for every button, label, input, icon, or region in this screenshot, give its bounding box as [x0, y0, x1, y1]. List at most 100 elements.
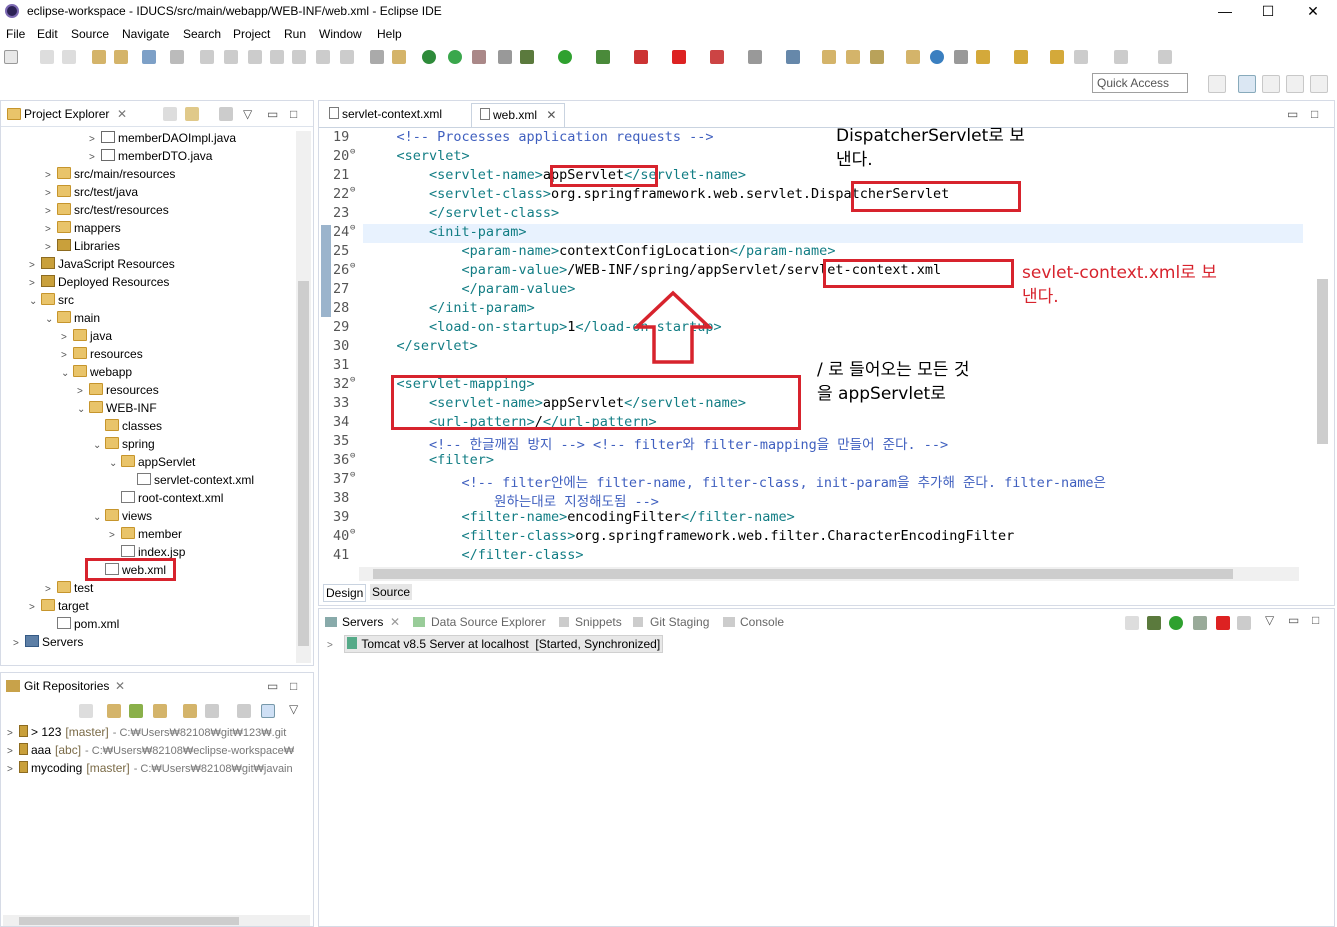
tree-item[interactable]: ⌄ webapp	[61, 363, 132, 381]
menu-run[interactable]: Run	[284, 27, 306, 41]
editor-vscroll-thumb[interactable]	[1317, 279, 1328, 444]
git-hscroll-thumb[interactable]	[19, 917, 239, 925]
project-explorer-title[interactable]: Project Explorer	[24, 107, 109, 121]
last-edit-icon[interactable]	[1050, 50, 1064, 64]
expanded-chevron-icon[interactable]: ⌄	[93, 509, 105, 527]
git-repositories-close-icon[interactable]: ✕	[115, 679, 125, 693]
editor-hscroll-thumb[interactable]	[373, 569, 1233, 579]
new-icon[interactable]	[4, 50, 18, 64]
menu-source[interactable]: Source	[71, 27, 109, 41]
fold-toggle-icon[interactable]: ⊖	[350, 147, 355, 157]
git-collapse-icon[interactable]	[79, 704, 93, 718]
fold-toggle-icon[interactable]: ⊖	[350, 451, 355, 461]
tree-item[interactable]: > target	[29, 597, 89, 615]
new-server-icon[interactable]	[748, 50, 762, 64]
tree-item[interactable]: > Libraries	[45, 237, 120, 255]
menu-window[interactable]: Window	[319, 27, 362, 41]
create-repo-icon[interactable]	[153, 704, 167, 718]
menu-search[interactable]: Search	[183, 27, 221, 41]
tree-item[interactable]: > src/test/java	[45, 183, 138, 201]
fold-toggle-icon[interactable]: ⊖	[350, 261, 355, 271]
step-into-icon[interactable]	[292, 50, 306, 64]
tree-item[interactable]: > memberDTO.java	[89, 147, 212, 165]
tree-item[interactable]: index.jsp	[109, 543, 185, 561]
source-code-area[interactable]: 19 <!-- Processes application requests -…	[319, 128, 1309, 568]
minimize-view-icon[interactable]: ▭	[267, 107, 278, 121]
explorer-scrollbar[interactable]	[296, 131, 311, 663]
git-refresh-icon[interactable]	[183, 704, 197, 718]
pin-editor-icon[interactable]	[1158, 50, 1172, 64]
suspend-icon[interactable]	[224, 50, 238, 64]
java-perspective-icon[interactable]	[1310, 75, 1328, 93]
tab-close-icon[interactable]: ✕	[546, 108, 556, 122]
collapsed-chevron-icon[interactable]: >	[29, 599, 41, 617]
editor-hscrollbar[interactable]	[359, 567, 1299, 581]
refresh-icon[interactable]	[448, 50, 462, 64]
tree-item[interactable]: ⌄ src	[29, 291, 74, 309]
open-task-icon[interactable]	[114, 50, 128, 64]
tree-item[interactable]: > java	[61, 327, 112, 345]
pin-icon[interactable]	[954, 50, 968, 64]
git-minimize-icon[interactable]: ▭	[267, 679, 278, 693]
start-server-icon[interactable]	[422, 50, 436, 64]
disconnect-icon[interactable]	[270, 50, 284, 64]
tab-web-xml[interactable]: web.xml ✕	[471, 103, 566, 127]
fold-toggle-icon[interactable]: ⊖	[350, 527, 355, 537]
add-repo-icon[interactable]	[107, 704, 121, 718]
fold-toggle-icon[interactable]: ⊖	[350, 375, 355, 385]
server-profile-icon[interactable]	[1193, 616, 1207, 630]
terminate-icon[interactable]	[248, 50, 262, 64]
server-start-icon[interactable]	[1169, 616, 1183, 630]
external-tools-icon[interactable]	[634, 50, 648, 64]
server-stop-icon[interactable]	[1216, 616, 1230, 630]
editor-maximize-icon[interactable]: □	[1311, 107, 1318, 121]
wizard-icon[interactable]	[498, 50, 512, 64]
resume-icon[interactable]	[200, 50, 214, 64]
open-file-icon[interactable]	[846, 50, 860, 64]
new-java-icon[interactable]	[786, 50, 800, 64]
tree-item[interactable]: > JavaScript Resources	[29, 255, 175, 273]
expanded-chevron-icon[interactable]: ⌄	[61, 365, 73, 383]
tab-console[interactable]: Console	[740, 615, 784, 629]
servers-minimize-icon[interactable]: ▭	[1288, 613, 1299, 627]
git-repo-item[interactable]: > aaa [abc] - C:₩Users₩82108₩eclipse-worksp…	[7, 741, 294, 759]
tree-item[interactable]: ⌄ main	[45, 309, 100, 327]
tree-item[interactable]: classes	[93, 417, 162, 435]
tree-item[interactable]: pom.xml	[45, 615, 119, 633]
tree-item[interactable]: root-context.xml	[109, 489, 223, 507]
tree-item[interactable]: > Deployed Resources	[29, 273, 169, 291]
menu-file[interactable]: File	[6, 27, 25, 41]
tree-item[interactable]: ⌄ appServlet	[109, 453, 195, 471]
view-menu-icon[interactable]: ▽	[243, 107, 252, 121]
collapsed-chevron-icon[interactable]: >	[13, 635, 25, 653]
folder-icon[interactable]	[906, 50, 920, 64]
design-tab[interactable]: Design	[323, 584, 367, 602]
servers-maximize-icon[interactable]: □	[1312, 613, 1319, 627]
git-repositories-title[interactable]: Git Repositories	[24, 679, 109, 693]
close-window-button[interactable]: ✕	[1303, 2, 1323, 20]
git-perspective-icon[interactable]	[1286, 75, 1304, 93]
expanded-chevron-icon[interactable]: ⌄	[93, 437, 105, 455]
tab-servers[interactable]: Servers	[342, 615, 383, 629]
editor-vscrollbar[interactable]	[1315, 129, 1330, 565]
tree-item[interactable]: > src/main/resources	[45, 165, 175, 183]
debug-icon[interactable]	[520, 50, 534, 64]
expanded-chevron-icon[interactable]: ⌄	[109, 455, 121, 473]
coverage-icon[interactable]	[596, 50, 610, 64]
expanded-chevron-icon[interactable]: ⌄	[45, 311, 57, 329]
servers-close-icon[interactable]: ✕	[390, 615, 400, 629]
link-editor-icon[interactable]	[185, 107, 199, 121]
run-icon[interactable]	[558, 50, 572, 64]
maximize-view-icon[interactable]: □	[290, 107, 297, 121]
search-tool-icon[interactable]	[870, 50, 884, 64]
git-link-icon[interactable]	[205, 704, 219, 718]
tree-item[interactable]: > member	[109, 525, 182, 543]
next-annotation-icon[interactable]	[976, 50, 990, 64]
deploy-icon[interactable]	[710, 50, 724, 64]
collapsed-chevron-icon[interactable]: >	[7, 761, 19, 779]
open-folder-icon[interactable]	[822, 50, 836, 64]
tab-servlet-context[interactable]: servlet-context.xml	[321, 103, 450, 127]
git-repo-item[interactable]: > > 123 [master] - C:₩Users₩82108₩git₩123₩.…	[7, 723, 286, 741]
server-expand-icon[interactable]: >	[327, 640, 341, 651]
step-return-icon[interactable]	[340, 50, 354, 64]
